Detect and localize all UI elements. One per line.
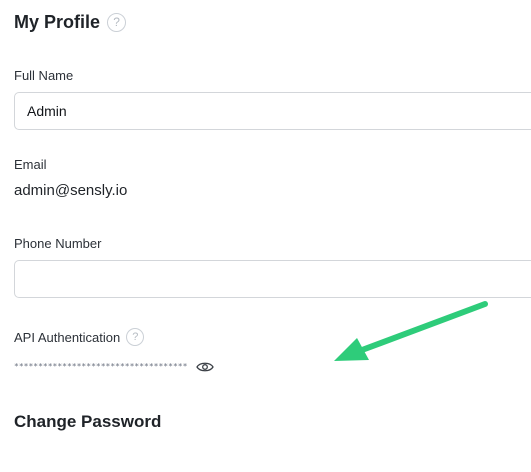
phone-number-label: Phone Number [14,236,102,251]
phone-number-field[interactable] [14,260,531,298]
email-value: admin@sensly.io [14,182,128,199]
api-key-row: ************************************ [14,359,216,375]
help-icon[interactable]: ? [126,328,145,346]
api-authentication-header: API Authentication ? [14,328,145,346]
help-icon[interactable]: ? [107,12,127,32]
page-title: My Profile ? [14,10,127,34]
full-name-field[interactable] [14,92,531,130]
masked-api-key: ************************************ [14,362,188,371]
change-password-title: Change Password [14,412,162,431]
api-authentication-label: API Authentication [14,329,121,345]
reveal-api-key-button[interactable] [194,359,216,375]
full-name-label: Full Name [14,68,74,83]
eye-icon [196,362,215,372]
page-title-text: My Profile [14,12,101,32]
email-label: Email [14,157,47,172]
